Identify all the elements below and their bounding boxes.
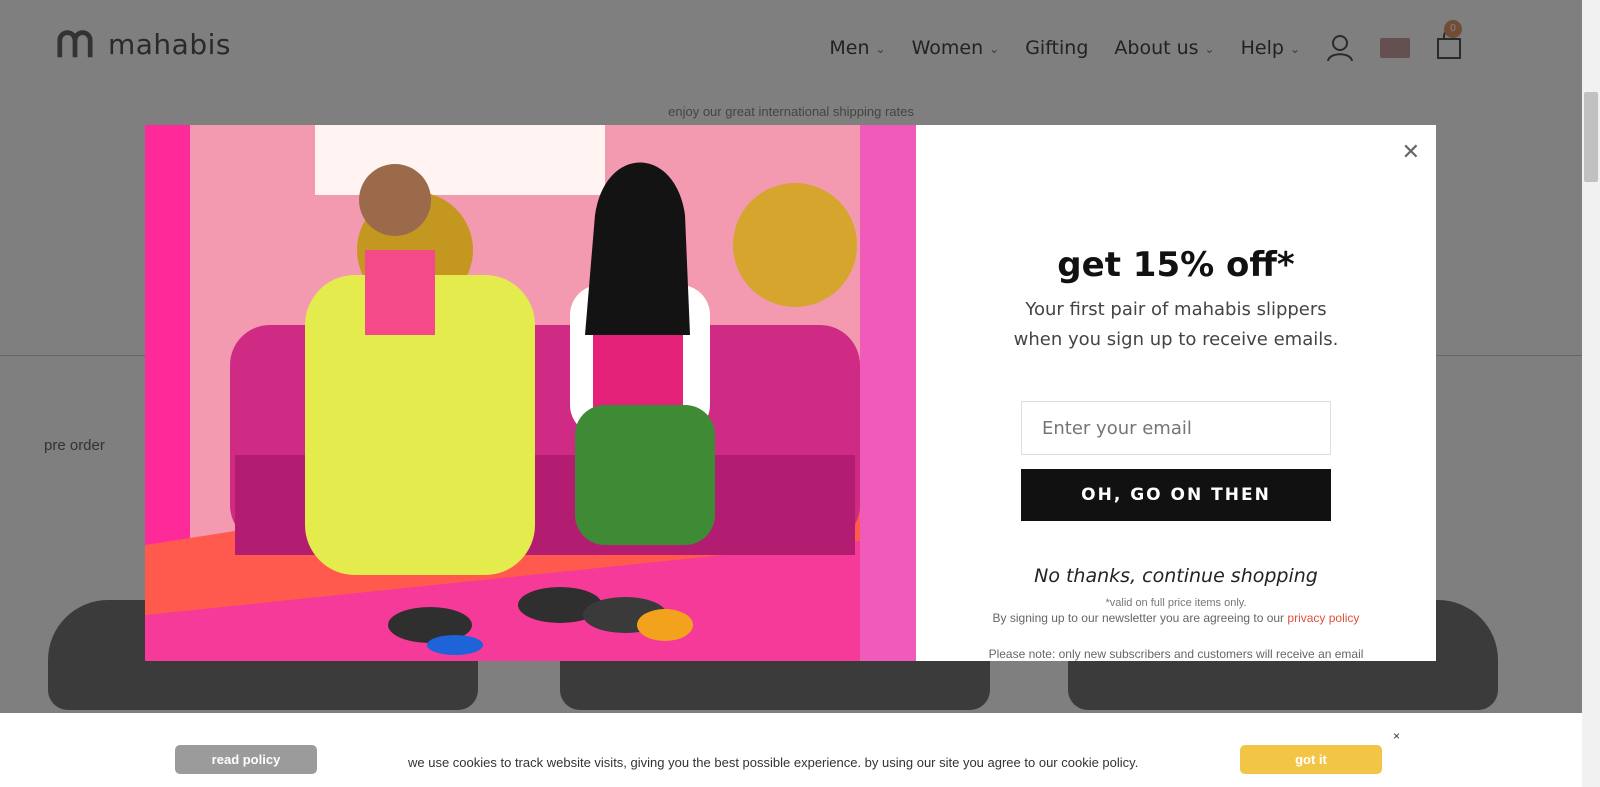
popup-subline: Your first pair of mahabis slippers when… xyxy=(1013,299,1339,350)
privacy-policy-link[interactable]: privacy policy xyxy=(1287,611,1359,625)
no-thanks-link[interactable]: No thanks, continue shopping xyxy=(916,565,1436,587)
cookie-bar: read policy we use cookies to track webs… xyxy=(0,713,1582,787)
read-policy-button[interactable]: read policy xyxy=(175,745,317,774)
privacy-text: By signing up to our newsletter you are … xyxy=(992,611,1285,625)
cookie-close-icon[interactable]: × xyxy=(1393,729,1400,743)
email-input[interactable] xyxy=(1021,401,1331,455)
scrollbar-thumb[interactable] xyxy=(1584,92,1598,182)
popup-headline: get 15% off* xyxy=(1057,245,1295,285)
signup-button[interactable]: OH, GO ON THEN xyxy=(1021,469,1331,521)
cookie-message: we use cookies to track website visits, … xyxy=(408,755,1139,770)
page-scrollbar[interactable] xyxy=(1582,0,1600,787)
privacy-line: By signing up to our newsletter you are … xyxy=(916,611,1436,625)
newsletter-popup: ✕ get 15% off* Your first pair of mahabi… xyxy=(145,125,1436,661)
close-icon[interactable]: ✕ xyxy=(1402,139,1420,165)
popup-content: ✕ get 15% off* Your first pair of mahabi… xyxy=(916,125,1436,661)
subscriber-note: Please note: only new subscribers and cu… xyxy=(988,647,1364,661)
hero-photo-illustration xyxy=(145,125,916,661)
valid-note: *valid on full price items only. xyxy=(1105,597,1247,609)
got-it-button[interactable]: got it xyxy=(1240,745,1382,774)
popup-hero-image xyxy=(145,125,916,661)
